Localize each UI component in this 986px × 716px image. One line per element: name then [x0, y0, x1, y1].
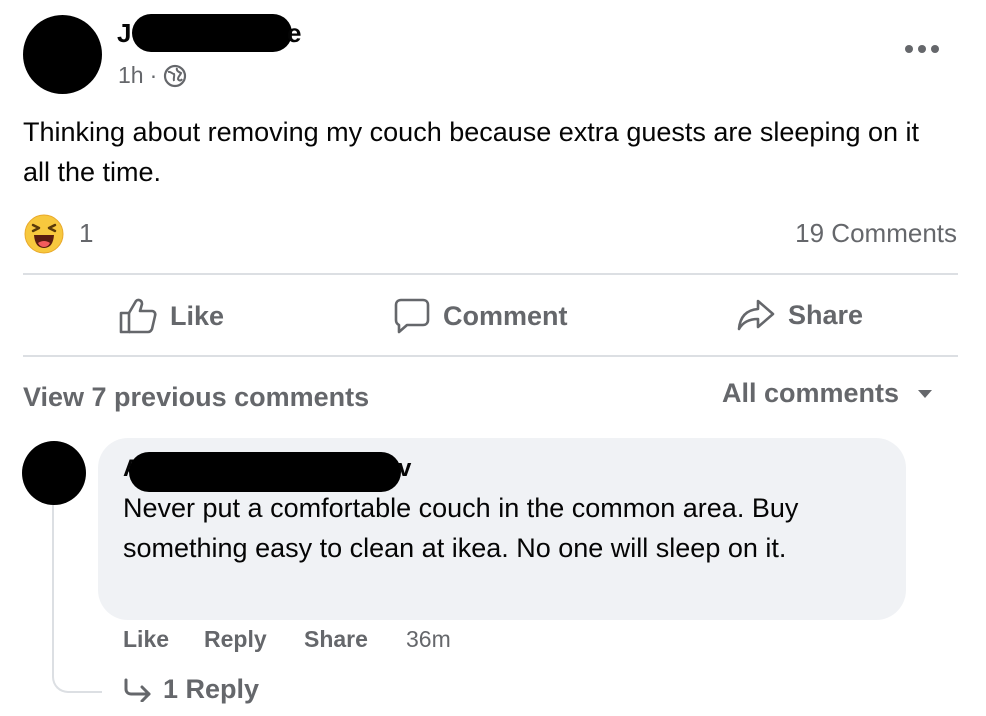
- redacted-commenter-name: [129, 452, 401, 492]
- comment-filter-dropdown[interactable]: All comments: [722, 378, 933, 409]
- dot-icon: [931, 45, 939, 53]
- view-replies-link[interactable]: 1 Reply: [123, 674, 259, 705]
- replies-count-label: 1 Reply: [163, 674, 260, 704]
- caret-down-icon: [918, 389, 933, 398]
- post-text: Thinking about removing my couch because…: [23, 117, 920, 187]
- author-name-final[interactable]: e: [287, 18, 301, 49]
- reply-thread-line: [52, 505, 102, 693]
- dot-icon: [905, 45, 913, 53]
- commenter-avatar[interactable]: [22, 441, 86, 505]
- author-avatar[interactable]: [23, 15, 102, 94]
- share-button[interactable]: Share: [736, 297, 863, 333]
- post-time[interactable]: 1h: [118, 62, 144, 89]
- divider: [23, 355, 958, 357]
- reaction-count[interactable]: 1: [79, 218, 93, 249]
- comment-filter-label: All comments: [722, 378, 900, 408]
- comment-button[interactable]: Comment: [393, 297, 568, 335]
- comment-share-button[interactable]: Share: [304, 626, 368, 653]
- comment-text: Never put a comfortable couch in the com…: [123, 493, 799, 563]
- view-previous-comments-link[interactable]: View 7 previous comments: [23, 382, 369, 413]
- comment-label: Comment: [443, 300, 568, 331]
- comment-bubble-icon: [394, 298, 430, 334]
- reply-arrow-icon: [124, 678, 151, 702]
- redacted-author-name: [132, 14, 292, 52]
- comment-time[interactable]: 36m: [406, 626, 451, 653]
- commenter-name-final[interactable]: v: [398, 455, 411, 483]
- comment-reply-button[interactable]: Reply: [204, 626, 267, 653]
- share-label: Share: [788, 299, 864, 330]
- comment-like-button[interactable]: Like: [123, 626, 169, 653]
- like-button[interactable]: Like: [118, 297, 224, 335]
- more-options-button[interactable]: [905, 45, 939, 53]
- author-name-initial[interactable]: J: [117, 18, 131, 49]
- haha-reaction-icon[interactable]: [24, 214, 64, 254]
- post-meta: 1h ·: [118, 62, 187, 89]
- divider: [23, 273, 958, 275]
- meta-separator: ·: [149, 62, 158, 88]
- comments-count[interactable]: 19 Comments: [795, 218, 957, 249]
- thumbs-up-icon: [119, 298, 157, 334]
- dot-icon: [918, 45, 926, 53]
- share-arrow-icon: [737, 299, 775, 331]
- globe-icon: [164, 64, 187, 87]
- like-label: Like: [170, 300, 225, 331]
